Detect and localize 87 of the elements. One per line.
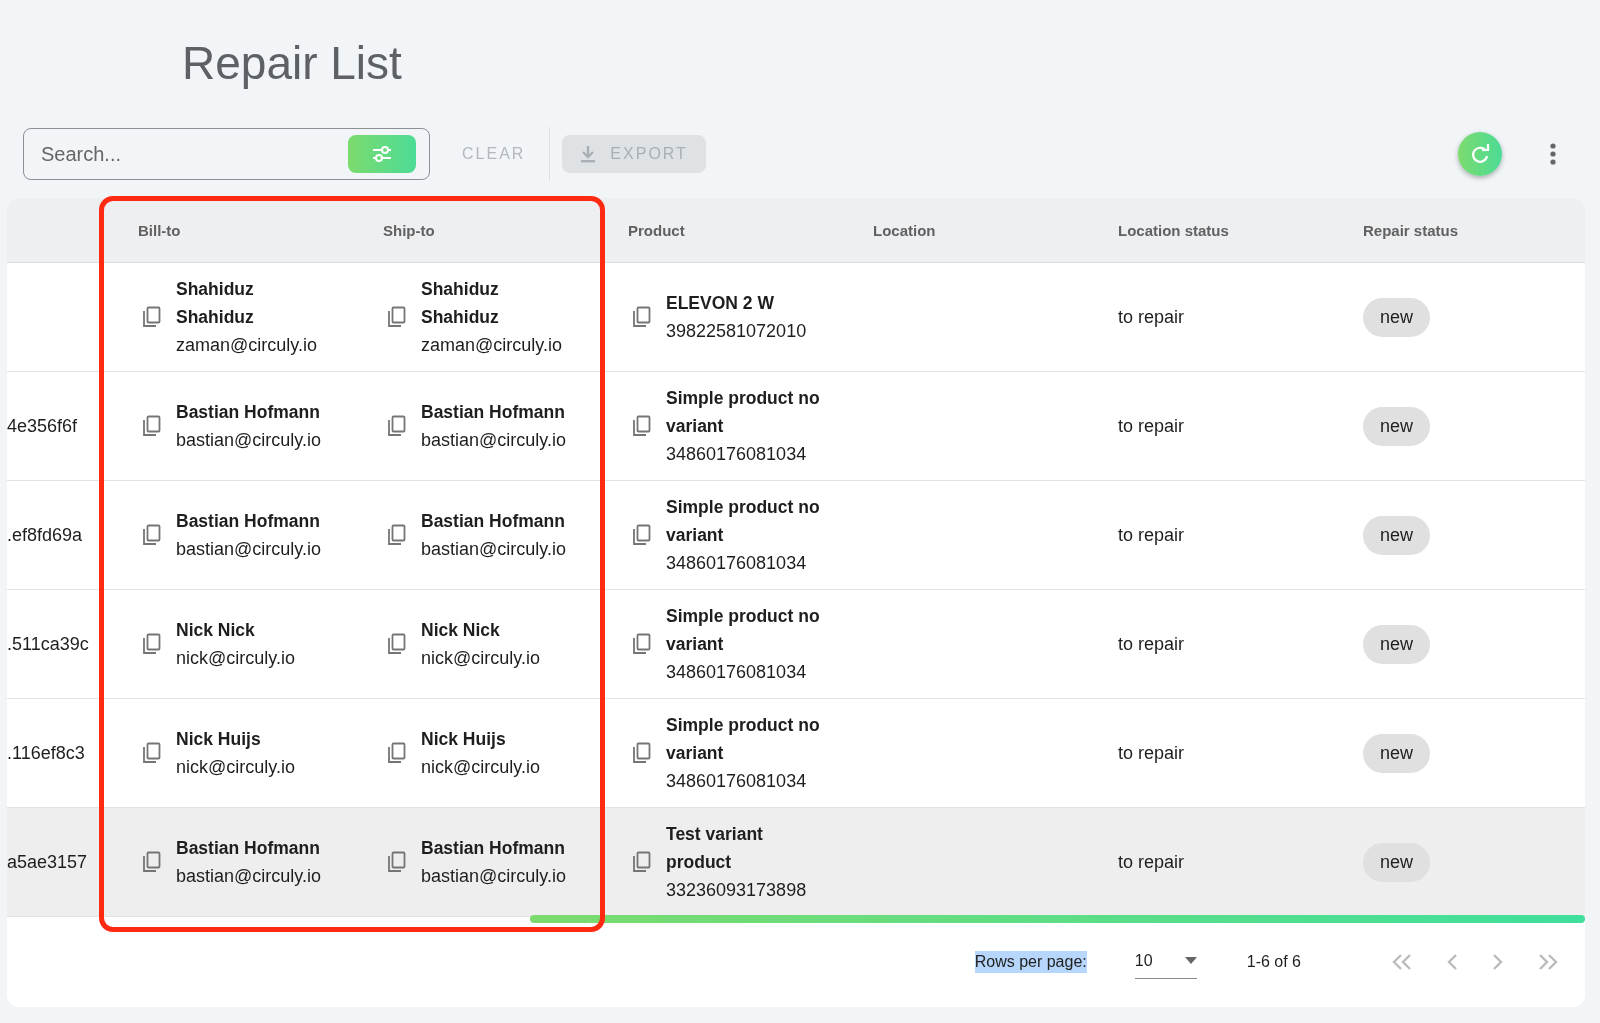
customer-name: Nick Huijs — [176, 728, 262, 751]
copy-icon[interactable] — [387, 524, 407, 546]
copy-icon[interactable] — [387, 742, 407, 764]
copy-icon[interactable] — [142, 306, 162, 328]
copy-icon[interactable] — [632, 742, 652, 764]
copy-icon[interactable] — [142, 742, 162, 764]
page-title: Repair List — [182, 36, 403, 90]
customer-email: nick@circuly.io — [421, 647, 540, 670]
customer-email: bastian@circuly.io — [176, 429, 321, 452]
table-cell: to repair — [1118, 851, 1185, 872]
product-sku: 34860176081034 — [666, 443, 808, 466]
dropdown-caret-icon — [1184, 957, 1197, 964]
column-header[interactable]: Repair status — [1363, 221, 1459, 239]
product-sku: 34860176081034 — [666, 552, 808, 575]
customer-email: bastian@circuly.io — [421, 865, 566, 888]
status-chip: new — [1363, 515, 1431, 555]
product-name: Simple product no variant — [666, 387, 821, 438]
column-header[interactable]: Location — [873, 221, 936, 239]
copy-icon[interactable] — [632, 306, 652, 328]
rows-per-page-label: Rows per page: — [974, 951, 1087, 973]
table-cell: .116ef8c3 — [7, 742, 85, 763]
table-cell: to repair — [1118, 742, 1185, 763]
customer-email: bastian@circuly.io — [421, 538, 566, 561]
table-cell: .511ca39c — [7, 633, 89, 654]
copy-icon[interactable] — [632, 633, 652, 655]
refresh-icon — [1469, 143, 1491, 165]
copy-icon[interactable] — [142, 633, 162, 655]
customer-email: nick@circuly.io — [176, 756, 295, 779]
product-name: Test variant product — [666, 823, 764, 874]
download-icon — [580, 145, 597, 163]
table-cell: .ef8fd69a — [7, 524, 83, 545]
product-sku: 33236093173898 — [666, 879, 808, 902]
product-name: Simple product no variant — [666, 714, 821, 765]
table-cell: a5ae3157 — [7, 851, 88, 872]
product-sku: 39822581072010 — [666, 320, 807, 343]
copy-icon[interactable] — [142, 415, 162, 437]
table-cell: to repair — [1118, 415, 1185, 436]
customer-name: Bastian Hofmann — [176, 837, 321, 860]
copy-icon[interactable] — [387, 633, 407, 655]
product-sku: 34860176081034 — [666, 770, 808, 793]
customer-email: nick@circuly.io — [421, 756, 540, 779]
copy-icon[interactable] — [632, 415, 652, 437]
product-sku: 34860176081034 — [666, 661, 808, 684]
table-cell: to repair — [1118, 633, 1185, 654]
copy-icon[interactable] — [632, 524, 652, 546]
customer-name: Bastian Hofmann — [421, 401, 566, 424]
status-chip: new — [1363, 297, 1431, 337]
customer-email: bastian@circuly.io — [421, 429, 566, 452]
status-chip: new — [1363, 733, 1431, 773]
table-cell: to repair — [1118, 524, 1185, 545]
search-input[interactable]: Search... — [39, 141, 333, 167]
horizontal-scrollbar[interactable] — [530, 915, 1585, 923]
customer-name: Nick Nick — [421, 619, 501, 642]
customer-email: zaman@circuly.io — [176, 334, 318, 357]
customer-email: nick@circuly.io — [176, 647, 295, 670]
customer-name: Nick Nick — [176, 619, 256, 642]
customer-email: zaman@circuly.io — [421, 334, 563, 357]
column-header[interactable]: Location status — [1118, 221, 1229, 239]
customer-email: bastian@circuly.io — [176, 538, 321, 561]
status-chip: new — [1363, 842, 1431, 882]
customer-name: Bastian Hofmann — [176, 510, 321, 533]
customer-name: Bastian Hofmann — [176, 401, 321, 424]
copy-icon[interactable] — [142, 524, 162, 546]
copy-icon[interactable] — [387, 306, 407, 328]
customer-name: Bastian Hofmann — [421, 837, 566, 860]
more-icon — [1550, 142, 1556, 166]
status-chip: new — [1363, 406, 1431, 446]
customer-name: Bastian Hofmann — [421, 510, 566, 533]
page-range: 1-6 of 6 — [1246, 953, 1301, 971]
table-cell: to repair — [1118, 306, 1185, 327]
copy-icon[interactable] — [632, 851, 652, 873]
column-header[interactable]: Bill-to — [138, 221, 181, 239]
rows-per-page-select[interactable]: 10 — [1134, 945, 1197, 979]
column-header[interactable]: Product — [628, 221, 685, 239]
copy-icon[interactable] — [387, 851, 407, 873]
copy-icon[interactable] — [387, 415, 407, 437]
product-name: ELEVON 2 W — [666, 292, 775, 315]
status-chip: new — [1363, 624, 1431, 664]
product-name: Simple product no variant — [666, 605, 821, 656]
column-header[interactable]: Ship-to — [383, 221, 435, 239]
customer-name: Nick Huijs — [421, 728, 507, 751]
copy-icon[interactable] — [142, 851, 162, 873]
table-row-highlighted[interactable]: a5ae3157 Bastian Hofmann bastian@circuly.io Bastian Hofmann bastian@circuly.io Test variant product 33236093173898 to repair new — [7, 808, 1585, 917]
customer-email: bastian@circuly.io — [176, 865, 321, 888]
sliders-icon — [371, 144, 393, 164]
table-cell: 4e356f6f — [7, 415, 78, 436]
product-name: Simple product no variant — [666, 496, 821, 547]
